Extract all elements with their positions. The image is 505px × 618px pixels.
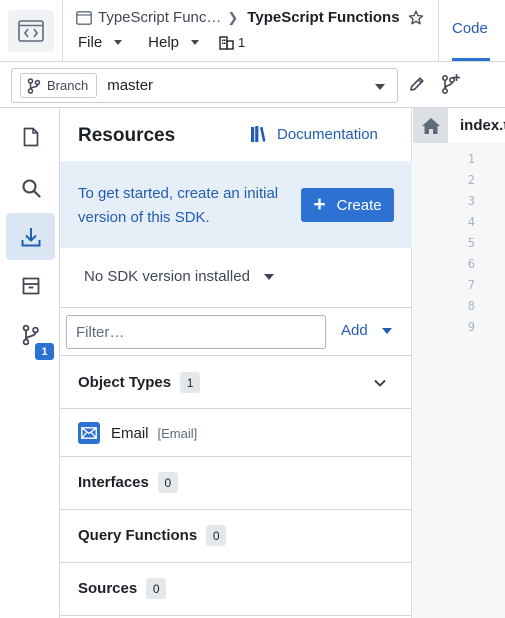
branch-selector[interactable]: Branch master — [11, 68, 398, 103]
branch-tag: Branch — [20, 73, 98, 98]
tab-code[interactable]: Code — [452, 20, 488, 37]
download-icon — [21, 227, 40, 246]
active-tab-indicator — [452, 58, 490, 61]
panel-title: Resources — [78, 125, 176, 146]
add-button[interactable]: Add — [341, 322, 392, 339]
divider — [60, 456, 412, 457]
sdk-version-label: No SDK version installed — [84, 268, 250, 285]
repository-icon — [76, 10, 92, 25]
count-badge: 0 — [206, 525, 227, 546]
line-number: 2 — [467, 173, 475, 187]
file-menu[interactable]: File — [78, 34, 123, 51]
building-icon — [219, 35, 234, 50]
search-icon — [22, 179, 41, 198]
pencil-icon[interactable] — [408, 75, 426, 93]
count-badge: 0 — [157, 472, 178, 493]
home-tab[interactable] — [413, 108, 448, 143]
breadcrumb-current: TypeScript Functions — [247, 9, 400, 26]
divider — [60, 355, 412, 356]
section-query-functions[interactable]: Query Functions 0 — [78, 525, 227, 546]
app-header: TypeScript Func… ❯ TypeScript Functions … — [0, 0, 505, 62]
object-type-name: Email — [111, 424, 149, 442]
archive-icon — [22, 277, 39, 294]
section-interfaces[interactable]: Interfaces 0 — [78, 472, 178, 493]
callout-text: To get started, create an initial versio… — [78, 185, 279, 226]
plus-icon: + — [313, 192, 326, 216]
divider — [60, 408, 412, 409]
sidebar-item-search[interactable] — [6, 164, 55, 211]
section-sources[interactable]: Sources 0 — [78, 578, 167, 599]
resources-panel: Resources Documentation To get started, … — [60, 108, 412, 618]
divider — [60, 562, 412, 563]
header-divider — [438, 0, 439, 62]
count-badge: 1 — [180, 372, 201, 393]
help-menu-label: Help — [148, 34, 180, 51]
divider — [60, 307, 412, 308]
code-editor[interactable]: index.ts 1 2 3 4 5 6 7 8 9 — [413, 108, 505, 618]
section-label: Interfaces — [78, 474, 149, 491]
filter-input[interactable] — [66, 315, 326, 349]
line-number: 8 — [467, 299, 475, 313]
home-icon — [421, 117, 440, 134]
documentation-link[interactable]: Documentation — [250, 125, 378, 143]
chevron-right-icon: ❯ — [227, 9, 239, 25]
count-badge: 0 — [146, 578, 167, 599]
caret-down-icon — [375, 84, 385, 90]
caret-down-icon — [263, 273, 274, 280]
create-button[interactable]: + Create — [301, 188, 394, 222]
create-button-label: Create — [336, 196, 382, 214]
git-branch-icon — [27, 77, 41, 94]
line-number: 5 — [467, 236, 475, 250]
star-icon[interactable] — [408, 10, 424, 26]
divider — [60, 615, 412, 616]
object-type-api-name: [Email] — [157, 425, 198, 441]
branch-name: master — [107, 77, 154, 94]
line-number: 1 — [467, 152, 475, 166]
line-number: 7 — [467, 278, 475, 292]
file-icon — [23, 127, 38, 146]
sidebar-item-resources[interactable] — [6, 213, 55, 260]
add-button-label: Add — [341, 322, 368, 339]
sdk-version-select[interactable]: No SDK version installed — [84, 268, 274, 285]
header-divider — [62, 0, 63, 62]
editor-tab-bar: index.ts — [413, 108, 505, 143]
caret-down-icon — [381, 327, 392, 334]
line-number: 9 — [467, 320, 475, 334]
caret-down-icon — [191, 40, 200, 45]
email-icon — [78, 422, 100, 444]
file-menu-label: File — [78, 34, 103, 51]
book-icon — [251, 126, 266, 142]
help-menu[interactable]: Help — [148, 34, 200, 51]
section-label: Object Types — [78, 374, 172, 391]
chevron-down-icon[interactable] — [373, 376, 387, 390]
caret-down-icon — [114, 40, 123, 45]
section-label: Query Functions — [78, 527, 198, 544]
line-number: 6 — [467, 257, 475, 271]
branch-tag-label: Branch — [47, 78, 89, 93]
breadcrumb: TypeScript Func… ❯ TypeScript Functions — [76, 9, 424, 26]
divider — [60, 509, 412, 510]
menu-bar: File Help 1 — [78, 34, 245, 51]
branch-count-badge: 1 — [35, 343, 54, 360]
documentation-label: Documentation — [277, 125, 378, 143]
object-type-item[interactable]: Email [Email] — [78, 422, 197, 444]
viewer-count: 1 — [238, 35, 246, 50]
code-repository-logo-icon[interactable] — [8, 10, 54, 52]
line-number: 3 — [467, 194, 475, 208]
active-viewers[interactable]: 1 — [219, 35, 245, 50]
section-object-types[interactable]: Object Types 1 — [78, 372, 201, 393]
breadcrumb-parent[interactable]: TypeScript Func… — [98, 9, 221, 26]
new-branch-icon[interactable] — [441, 73, 461, 95]
section-label: Sources — [78, 580, 138, 597]
tab-index-file[interactable]: index.ts — [448, 108, 505, 143]
file-tab-label: index.ts — [460, 117, 505, 134]
line-number: 4 — [467, 215, 475, 229]
sidebar-item-files[interactable] — [6, 113, 55, 160]
sidebar-item-packages[interactable] — [6, 262, 55, 309]
getting-started-callout: To get started, create an initial versio… — [60, 161, 412, 248]
branch-bar: Branch master — [0, 62, 505, 108]
sidebar-rail: 1 — [0, 108, 60, 618]
